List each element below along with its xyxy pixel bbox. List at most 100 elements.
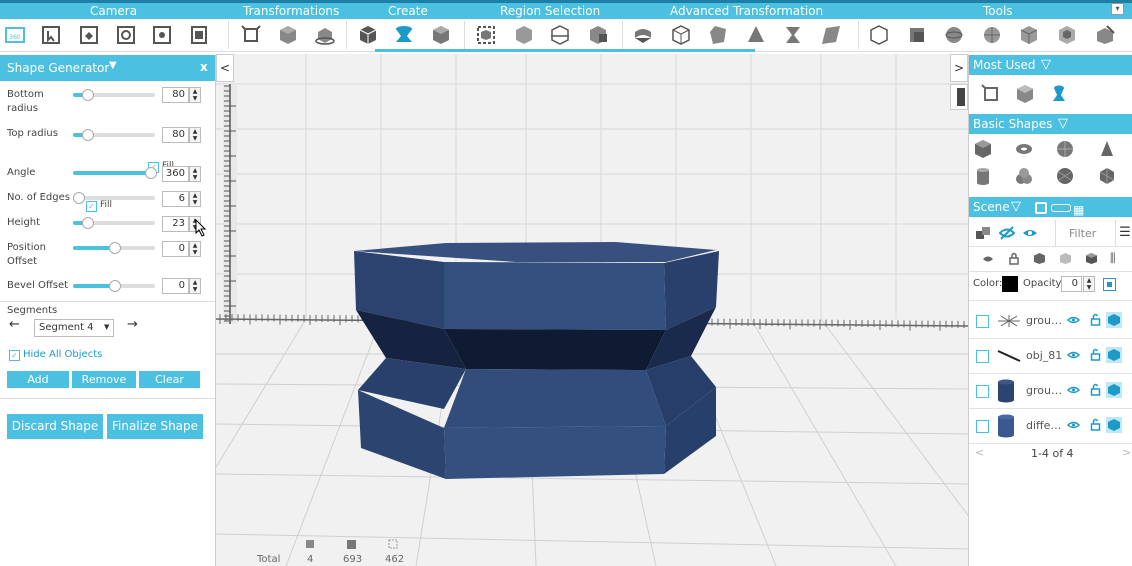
split-view-icon[interactable] (950, 84, 968, 110)
cube-shape-icon[interactable] (973, 139, 993, 159)
group-tool-icon[interactable] (1056, 24, 1078, 46)
box-create-icon[interactable] (430, 24, 452, 46)
object-checkbox[interactable] (976, 315, 989, 328)
top-radius-slider[interactable] (73, 129, 155, 141)
close-panel-button[interactable]: x (200, 60, 208, 74)
top-radius-stepper[interactable]: ▲ ▼ (189, 127, 201, 143)
scene-canvas[interactable] (216, 54, 968, 566)
object-cube-icon[interactable] (1106, 312, 1122, 328)
shape-generator-icon[interactable] (393, 24, 415, 46)
box-tool-icon[interactable] (1015, 84, 1035, 104)
edit-box-icon[interactable] (1094, 24, 1116, 46)
region-box-icon[interactable] (475, 24, 497, 46)
show-all-objects-icon[interactable] (1022, 225, 1038, 241)
top-fill-checkbox[interactable]: ✓ (86, 201, 97, 212)
rotate-box-icon[interactable] (314, 24, 336, 46)
scene-header[interactable]: Scene ▽ ▦ (969, 197, 1132, 217)
unlock-icon[interactable] (1090, 418, 1101, 431)
polyhedron-shape-icon[interactable] (1097, 166, 1117, 186)
category-transformations[interactable]: Transformations (243, 3, 339, 19)
category-create[interactable]: Create (388, 3, 428, 19)
cylinder-shape-icon[interactable] (973, 166, 993, 186)
unlock-icon[interactable] (1090, 348, 1101, 361)
edges-slider[interactable] (73, 192, 155, 204)
panel-dropdown-icon[interactable]: ▼ (109, 60, 117, 71)
height-slider[interactable] (73, 217, 155, 229)
eye-icon[interactable] (1067, 315, 1080, 325)
bottom-radius-stepper[interactable]: ▲ ▼ (189, 87, 201, 103)
edges-stepper[interactable]: ▲ ▼ (189, 191, 201, 207)
sliders-icon[interactable]: ⫼ (1110, 251, 1116, 266)
scene-object-row[interactable]: grou… (969, 304, 1132, 339)
category-tools[interactable]: Tools (983, 3, 1013, 19)
angle-slider[interactable] (73, 167, 157, 179)
bottom-radius-input[interactable]: 80 (162, 87, 189, 103)
object-cube-icon[interactable] (1106, 382, 1122, 398)
shear-icon[interactable] (820, 24, 842, 46)
multi-select-icon[interactable] (975, 225, 991, 241)
collapse-left-panel-button[interactable]: < (216, 54, 234, 82)
opacity-input[interactable]: 0 (1061, 276, 1082, 292)
hide-all-objects-icon[interactable] (999, 225, 1015, 241)
toggle-square-icon[interactable] (1035, 202, 1047, 214)
next-segment-icon[interactable]: → (127, 317, 138, 332)
select-region-icon[interactable] (40, 24, 62, 46)
torus-shape-icon[interactable] (1014, 139, 1034, 159)
bevel-offset-slider[interactable] (73, 280, 155, 292)
object-cube-icon[interactable] (1106, 347, 1122, 363)
wire-cube-icon[interactable] (1059, 252, 1072, 265)
split-box-icon[interactable] (587, 24, 609, 46)
scale-icon[interactable] (240, 24, 262, 46)
cube-create-icon[interactable] (357, 24, 379, 46)
collapse-toolbar-icon[interactable]: ▾ (1111, 3, 1124, 15)
eye-icon[interactable] (1067, 420, 1080, 430)
height-input[interactable]: 23 (162, 216, 189, 232)
basic-shapes-header[interactable]: Basic Shapes ▽ (969, 114, 1132, 134)
clipboard-icon[interactable] (188, 24, 210, 46)
position-offset-slider[interactable] (73, 242, 155, 254)
bend-icon[interactable] (632, 24, 654, 46)
eye-icon[interactable] (1067, 385, 1080, 395)
wire-box-icon[interactable] (670, 24, 692, 46)
cone-shape-icon[interactable] (1097, 139, 1117, 159)
unlock-icon[interactable] (1090, 313, 1101, 326)
previous-page-icon[interactable]: < (975, 446, 984, 459)
menu-icon[interactable]: ☰ (1115, 220, 1132, 246)
sphere-tool-icon[interactable] (943, 24, 965, 46)
cube-tool-icon[interactable] (1018, 24, 1040, 46)
lock-icon[interactable] (1008, 252, 1020, 265)
paste-icon[interactable] (78, 24, 100, 46)
bevel-offset-stepper[interactable]: ▲ ▼ (189, 278, 201, 294)
geosphere-shape-icon[interactable] (1055, 166, 1075, 186)
skew-box-icon[interactable] (707, 24, 729, 46)
solid-cube-icon[interactable] (1033, 252, 1046, 265)
shaded-cube-icon[interactable] (1085, 252, 1098, 265)
opacity-apply-icon[interactable] (1103, 278, 1116, 291)
globe-tool-icon[interactable] (981, 24, 1003, 46)
category-advanced-transformation[interactable]: Advanced Transformation (670, 3, 823, 19)
refresh-view-icon[interactable] (115, 24, 137, 46)
twist-icon[interactable] (782, 24, 804, 46)
segment-select[interactable]: Segment 4 ▼ (34, 319, 114, 337)
cone-taper-icon[interactable] (745, 24, 767, 46)
scene-object-row[interactable]: obj_81 (969, 339, 1132, 374)
expand-right-panel-button[interactable]: > (950, 54, 968, 82)
position-offset-input[interactable]: 0 (162, 241, 189, 257)
angle-input[interactable]: 360 (162, 166, 189, 182)
position-offset-stepper[interactable]: ▲ ▼ (189, 241, 201, 257)
object-checkbox[interactable] (976, 350, 989, 363)
move-box-icon[interactable] (277, 24, 299, 46)
object-checkbox[interactable] (976, 385, 989, 398)
category-camera[interactable]: Camera (90, 3, 137, 19)
scene-object-row[interactable]: diffe… (969, 409, 1132, 444)
object-checkbox[interactable] (976, 420, 989, 433)
spheres-shape-icon[interactable] (1014, 166, 1034, 186)
most-used-header[interactable]: Most Used ▽ (969, 55, 1132, 75)
sphere-shape-icon[interactable] (1055, 139, 1075, 159)
color-swatch[interactable] (1002, 276, 1018, 292)
scene-object-row[interactable]: grou… (969, 374, 1132, 409)
3d-view-icon[interactable]: 360 (4, 24, 26, 46)
bevel-offset-input[interactable]: 0 (162, 278, 189, 294)
remove-button[interactable]: Remove (72, 371, 136, 388)
next-page-icon[interactable]: > (1122, 446, 1131, 459)
